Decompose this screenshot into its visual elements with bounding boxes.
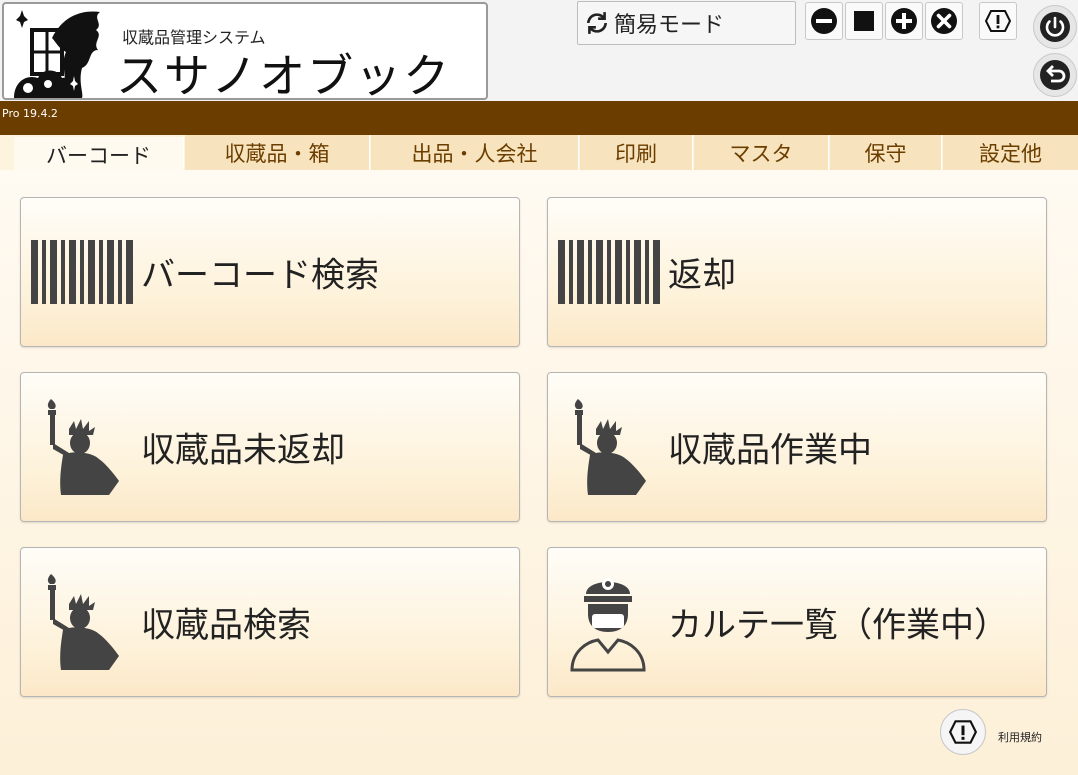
power-button[interactable] bbox=[1033, 5, 1077, 49]
tab-master[interactable]: マスタ bbox=[694, 135, 829, 170]
collection-search-button[interactable]: 収蔵品検索 bbox=[20, 547, 520, 697]
simple-mode-button[interactable]: 簡易モード bbox=[577, 1, 796, 45]
return-button[interactable]: 返却 bbox=[547, 197, 1047, 347]
tab-settings-other[interactable]: 設定他 bbox=[943, 135, 1078, 170]
power-icon bbox=[1040, 12, 1070, 42]
close-circle-icon bbox=[931, 8, 957, 34]
minus-circle-icon bbox=[811, 8, 837, 34]
tab-bar: バーコード 収蔵品・箱 出品・人会社 印刷 マスタ 保守 設定他 bbox=[0, 135, 1078, 172]
alert-button[interactable] bbox=[979, 2, 1017, 40]
barcode-search-button[interactable]: バーコード検索 bbox=[20, 197, 520, 347]
warning-octagon-icon bbox=[984, 10, 1012, 32]
tab-maintenance[interactable]: 保守 bbox=[830, 135, 942, 170]
doctor-icon bbox=[570, 578, 646, 672]
return-label: 返却 bbox=[668, 255, 736, 296]
chart-list-in-progress-button[interactable]: カルテ一覧（作業中） bbox=[547, 547, 1047, 697]
square-icon bbox=[854, 11, 874, 31]
chart-list-in-progress-label: カルテ一覧（作業中） bbox=[668, 605, 1008, 646]
tab-exhibit-company[interactable]: 出品・人会社 bbox=[371, 135, 579, 170]
stop-button[interactable] bbox=[845, 2, 883, 40]
barcode-icon bbox=[31, 240, 133, 304]
undo-arrow-icon bbox=[1040, 60, 1070, 90]
statue-of-liberty-icon bbox=[574, 399, 646, 495]
version-bar: Pro 19.4.2 bbox=[0, 101, 1078, 135]
back-button[interactable] bbox=[1033, 53, 1077, 97]
warning-octagon-icon bbox=[948, 720, 978, 744]
collection-search-label: 収蔵品検索 bbox=[141, 605, 311, 646]
refresh-icon bbox=[587, 12, 607, 34]
app-title: スサノオブック bbox=[116, 49, 452, 103]
version-label: Pro 19.4.2 bbox=[2, 107, 58, 120]
tab-barcode[interactable]: バーコード bbox=[14, 137, 184, 172]
collection-not-returned-label: 収蔵品未返却 bbox=[141, 430, 345, 471]
terms-label[interactable]: 利用規約 bbox=[998, 729, 1042, 745]
statue-of-liberty-icon bbox=[47, 399, 119, 495]
barcode-icon bbox=[558, 240, 660, 304]
collection-in-progress-button[interactable]: 収蔵品作業中 bbox=[547, 372, 1047, 522]
dragon-logo-icon bbox=[14, 10, 100, 98]
collection-in-progress-label: 収蔵品作業中 bbox=[668, 430, 872, 471]
maximize-button[interactable] bbox=[885, 2, 923, 40]
plus-circle-icon bbox=[891, 8, 917, 34]
tab-collection-box[interactable]: 収蔵品・箱 bbox=[185, 135, 370, 170]
close-button[interactable] bbox=[925, 2, 963, 40]
terms-area: 利用規約 bbox=[940, 709, 1042, 755]
barcode-search-label: バーコード検索 bbox=[141, 255, 379, 296]
collection-not-returned-button[interactable]: 収蔵品未返却 bbox=[20, 372, 520, 522]
statue-of-liberty-icon bbox=[47, 574, 119, 670]
simple-mode-label: 簡易モード bbox=[614, 13, 725, 38]
tab-print[interactable]: 印刷 bbox=[580, 135, 693, 170]
logo-box: 収蔵品管理システム スサノオブック bbox=[2, 2, 488, 103]
minimize-button[interactable] bbox=[805, 2, 843, 40]
terms-button[interactable] bbox=[940, 709, 986, 755]
header: 収蔵品管理システム スサノオブック 簡易モード bbox=[0, 0, 1078, 103]
